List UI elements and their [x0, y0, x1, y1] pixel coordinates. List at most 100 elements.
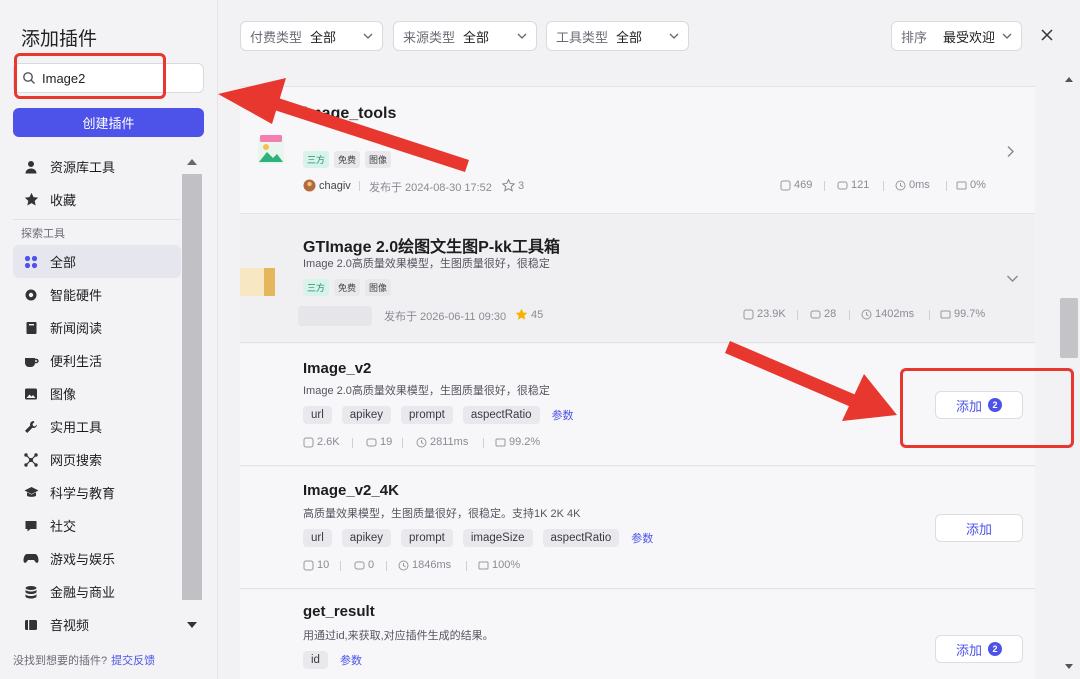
separator: [849, 310, 850, 320]
gamepad-icon: [23, 551, 39, 567]
stat-success: 99.7%: [940, 308, 985, 320]
stat-calls: 10: [303, 559, 329, 571]
calls-icon: [743, 309, 754, 319]
scroll-up-icon[interactable]: [1064, 74, 1074, 84]
sidebar-item-life[interactable]: 便利生活: [13, 344, 181, 377]
params-link[interactable]: 参数: [631, 530, 653, 546]
scroll-down-icon[interactable]: [186, 619, 198, 631]
plugin-name: image_tools: [303, 105, 397, 122]
sidebar-item-media[interactable]: 音视频: [13, 608, 181, 641]
sidebar-item-finance[interactable]: 金融与商业: [13, 575, 181, 608]
param-chip: url: [303, 529, 332, 547]
tag: 三方: [303, 279, 330, 296]
chip-icon: [23, 287, 39, 303]
stat-calls: 469: [780, 179, 812, 191]
stat-success: 0%: [956, 179, 986, 191]
plugin-tags: 三方 免费 图像: [303, 151, 396, 168]
sidebar-item-smart-hardware[interactable]: 智能硬件: [13, 278, 181, 311]
sidebar-item-library-tools[interactable]: 资源库工具: [13, 150, 181, 183]
plugin-name: GTImage 2.0绘图文生图P-kk工具箱: [303, 239, 560, 256]
source-type-filter[interactable]: 来源类型 全部: [393, 21, 537, 51]
param-chip: prompt: [401, 529, 453, 547]
plugin-logo-blur: [240, 268, 264, 296]
stat-latency: 2811ms: [416, 436, 468, 448]
close-icon[interactable]: [1040, 28, 1054, 42]
params-link[interactable]: 参数: [552, 407, 574, 423]
author-name: chagiv: [319, 179, 351, 192]
add-tool-button[interactable]: 添加 2: [935, 635, 1023, 663]
scroll-thumb[interactable]: [1060, 298, 1078, 358]
sidebar-item-games[interactable]: 游戏与娱乐: [13, 542, 181, 575]
plugin-card-gtimage[interactable]: GTImage 2.0绘图文生图P-kk工具箱 Image 2.0高质量效果模型…: [240, 214, 1035, 343]
feedback-link[interactable]: 提交反馈: [111, 655, 155, 667]
tool-type-filter[interactable]: 工具类型 全部: [546, 21, 689, 51]
sidebar-item-all[interactable]: 全部: [13, 245, 181, 278]
sidebar-item-web-search[interactable]: 网页搜索: [13, 443, 181, 476]
wrench-icon: [23, 419, 39, 435]
sidebar-item-label: 全部: [50, 255, 77, 270]
plugin-desc: Image 2.0高质量效果模型，生图质量很好，很稳定: [303, 258, 550, 270]
sidebar-item-label: 图像: [50, 387, 77, 402]
message-icon: [495, 438, 506, 446]
star-filled-icon: [515, 308, 528, 320]
sidebar-item-favorites[interactable]: 收藏: [13, 183, 181, 216]
stat-value: 19: [380, 436, 393, 448]
stat-value: 99.7%: [954, 308, 986, 320]
plugin-author: chagiv: [303, 179, 351, 192]
separator: [340, 561, 341, 571]
sidebar-item-science[interactable]: 科学与教育: [13, 476, 181, 509]
pay-type-filter[interactable]: 付费类型 全部: [240, 21, 383, 51]
sidebar-item-news[interactable]: 新闻阅读: [13, 311, 181, 344]
annotation-box-add: [900, 368, 1074, 448]
stat-success: 100%: [478, 559, 520, 571]
sidebar-item-label: 科学与教育: [50, 486, 116, 501]
chevron-right-icon[interactable]: [1006, 145, 1015, 158]
separator: [929, 310, 930, 320]
sidebar-item-image[interactable]: 图像: [13, 377, 181, 410]
stat-calls: 2.6K: [303, 436, 340, 448]
param-chip: apikey: [341, 406, 392, 424]
create-plugin-button[interactable]: 创建插件: [13, 108, 204, 137]
sidebar-item-utility[interactable]: 实用工具: [13, 410, 181, 443]
book-icon: [23, 320, 39, 336]
plugin-tags: 三方 免费 图像: [303, 279, 396, 296]
sidebar-item-social[interactable]: 社交: [13, 509, 181, 542]
params-link[interactable]: 参数: [340, 652, 362, 668]
sort-filter[interactable]: 排序 最受欢迎: [891, 21, 1022, 51]
sidebar-scrollbar[interactable]: [181, 152, 203, 635]
tool-row-image-v2-4k: Image_v2_4K 高质量效果模型，生图质量很好，很稳定。支持1K 2K 4…: [240, 467, 1035, 589]
scroll-thumb[interactable]: [182, 174, 202, 600]
scroll-down-icon[interactable]: [1064, 662, 1074, 672]
filter-label: 付费类型: [250, 29, 303, 45]
param-chip: apikey: [341, 529, 392, 547]
sidebar-footer: 没找到想要的插件? 提交反馈: [13, 652, 155, 668]
tool-params: url apikey prompt aspectRatio 参数: [303, 406, 574, 424]
chevron-down-icon[interactable]: [1006, 274, 1019, 283]
separator: [797, 310, 798, 320]
plugin-card-image-tools[interactable]: image_tools 三方 免费 图像 chagiv 发布于 2024-08-…: [240, 87, 1035, 214]
add-tool-button[interactable]: 添加: [935, 514, 1023, 542]
person-icon: [23, 159, 39, 175]
param-chip: imageSize: [462, 529, 533, 547]
author-blurred: [298, 306, 372, 326]
graduation-icon: [23, 485, 39, 501]
tool-desc: 用通过id,来获取,对应插件生成的结果。: [303, 630, 494, 642]
message-icon: [956, 181, 967, 189]
stat-latency: 1402ms: [861, 308, 914, 320]
calls-icon: [780, 180, 791, 190]
filter-label: 排序: [901, 29, 928, 45]
stat-bots: 0: [354, 559, 374, 571]
footer-text: 没找到想要的插件?: [13, 655, 108, 667]
sidebar-item-label: 便利生活: [50, 354, 103, 369]
sidebar-item-label: 游戏与娱乐: [50, 552, 116, 567]
sidebar-item-label: 资源库工具: [50, 160, 116, 175]
calls-icon: [303, 437, 314, 447]
count-badge: 2: [988, 642, 1002, 656]
separator: [402, 438, 403, 448]
stat-bots: 121: [837, 179, 869, 191]
chat-icon: [23, 518, 39, 534]
stat-value: 1846ms: [412, 559, 452, 571]
separator: [352, 438, 353, 448]
scroll-up-icon[interactable]: [186, 156, 198, 168]
grid-icon: [23, 254, 39, 270]
